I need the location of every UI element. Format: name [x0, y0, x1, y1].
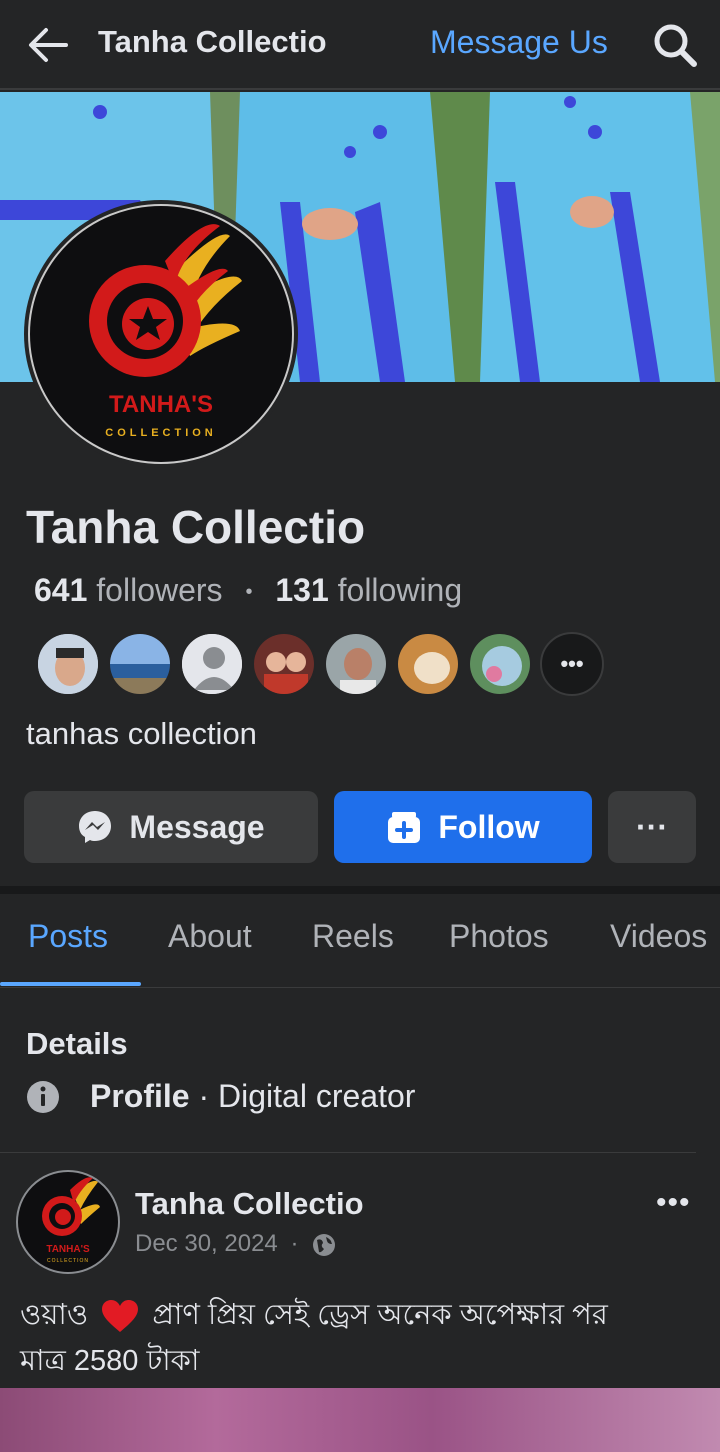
follow-button[interactable]: Follow — [334, 791, 592, 863]
tab-about[interactable]: About — [168, 918, 252, 955]
page-title: Tanha Collectio — [98, 24, 327, 59]
following-count: 131 — [275, 572, 329, 608]
tab-reels[interactable]: Reels — [312, 918, 394, 955]
back-arrow-icon[interactable] — [26, 26, 70, 64]
tab-photos[interactable]: Photos — [449, 918, 549, 955]
divider-line — [0, 1152, 696, 1153]
messenger-icon — [79, 811, 112, 843]
message-button-label: Message — [129, 808, 265, 845]
active-tab-indicator — [0, 982, 141, 986]
details-value: · Digital creator — [198, 1078, 416, 1114]
post-text-line1-start: ওয়াও — [20, 1299, 89, 1331]
section-divider — [0, 886, 720, 894]
post-author-avatar[interactable]: TANHA'S COLLECTION — [16, 1170, 120, 1274]
more-options-icon: ··· — [636, 808, 668, 845]
message-us-link[interactable]: Message Us — [430, 24, 608, 61]
details-category: Profile · Digital creator — [90, 1078, 415, 1115]
top-bar: Tanha Collectio Message Us — [0, 0, 720, 90]
search-icon[interactable] — [652, 22, 698, 68]
more-options-button[interactable]: ··· — [608, 791, 696, 863]
followers-count: 641 — [34, 572, 88, 608]
avatar[interactable] — [36, 632, 100, 696]
svg-text:TANHA'S: TANHA'S — [109, 391, 213, 418]
avatar[interactable] — [252, 632, 316, 696]
brand-logo: TANHA'S COLLECTION — [28, 204, 294, 464]
avatar[interactable] — [324, 632, 388, 696]
svg-text:COLLECTION: COLLECTION — [105, 427, 217, 439]
details-label: Profile — [90, 1078, 190, 1114]
red-heart-icon — [102, 1300, 139, 1333]
separator-dot: • — [245, 581, 253, 604]
post-more-options[interactable]: ••• — [656, 1186, 691, 1220]
post-text-line1-rest: প্রাণ প্রিয় সেই ড্রেস অনেক অপেক্ষার পর — [152, 1299, 608, 1331]
meta-separator: · — [290, 1230, 299, 1257]
profile-name: Tanha Collectio — [26, 501, 366, 553]
profile-tabs: Posts About Reels Photos Videos — [0, 894, 720, 988]
info-icon — [27, 1081, 59, 1113]
profile-picture[interactable]: TANHA'S COLLECTION — [24, 200, 298, 468]
post-author-name[interactable]: Tanha Collectio — [135, 1186, 364, 1222]
post-text-line2: মাত্র 2580 টাকা — [20, 1345, 200, 1377]
follow-button-label: Follow — [438, 808, 540, 845]
follow-stats[interactable]: 641 followers • 131 following — [34, 572, 462, 609]
tab-videos[interactable]: Videos — [610, 918, 707, 955]
globe-icon — [313, 1233, 336, 1256]
more-followers-button[interactable]: ••• — [540, 632, 604, 696]
avatar[interactable] — [468, 632, 532, 696]
message-button[interactable]: Message — [24, 791, 318, 863]
post-image[interactable] — [0, 1388, 720, 1452]
more-icon: ••• — [560, 651, 584, 676]
post-text: ওয়াও প্রাণ প্রিয় সেই ড্রেস অনেক অপেক্ষ… — [20, 1292, 700, 1384]
bio-text: tanhas collection — [26, 716, 257, 751]
following-label: following — [337, 572, 463, 608]
details-heading: Details — [26, 1026, 128, 1061]
followers-label: followers — [96, 572, 223, 608]
post-meta: Dec 30, 2024 · — [135, 1230, 337, 1258]
svg-text:TANHA'S: TANHA'S — [46, 1244, 90, 1255]
svg-text:COLLECTION: COLLECTION — [47, 1258, 89, 1264]
avatar[interactable] — [180, 632, 244, 696]
avatar[interactable] — [108, 632, 172, 696]
follow-icon — [388, 812, 421, 843]
tab-posts[interactable]: Posts — [28, 918, 108, 955]
post-date[interactable]: Dec 30, 2024 — [135, 1230, 278, 1257]
avatar[interactable] — [396, 632, 460, 696]
